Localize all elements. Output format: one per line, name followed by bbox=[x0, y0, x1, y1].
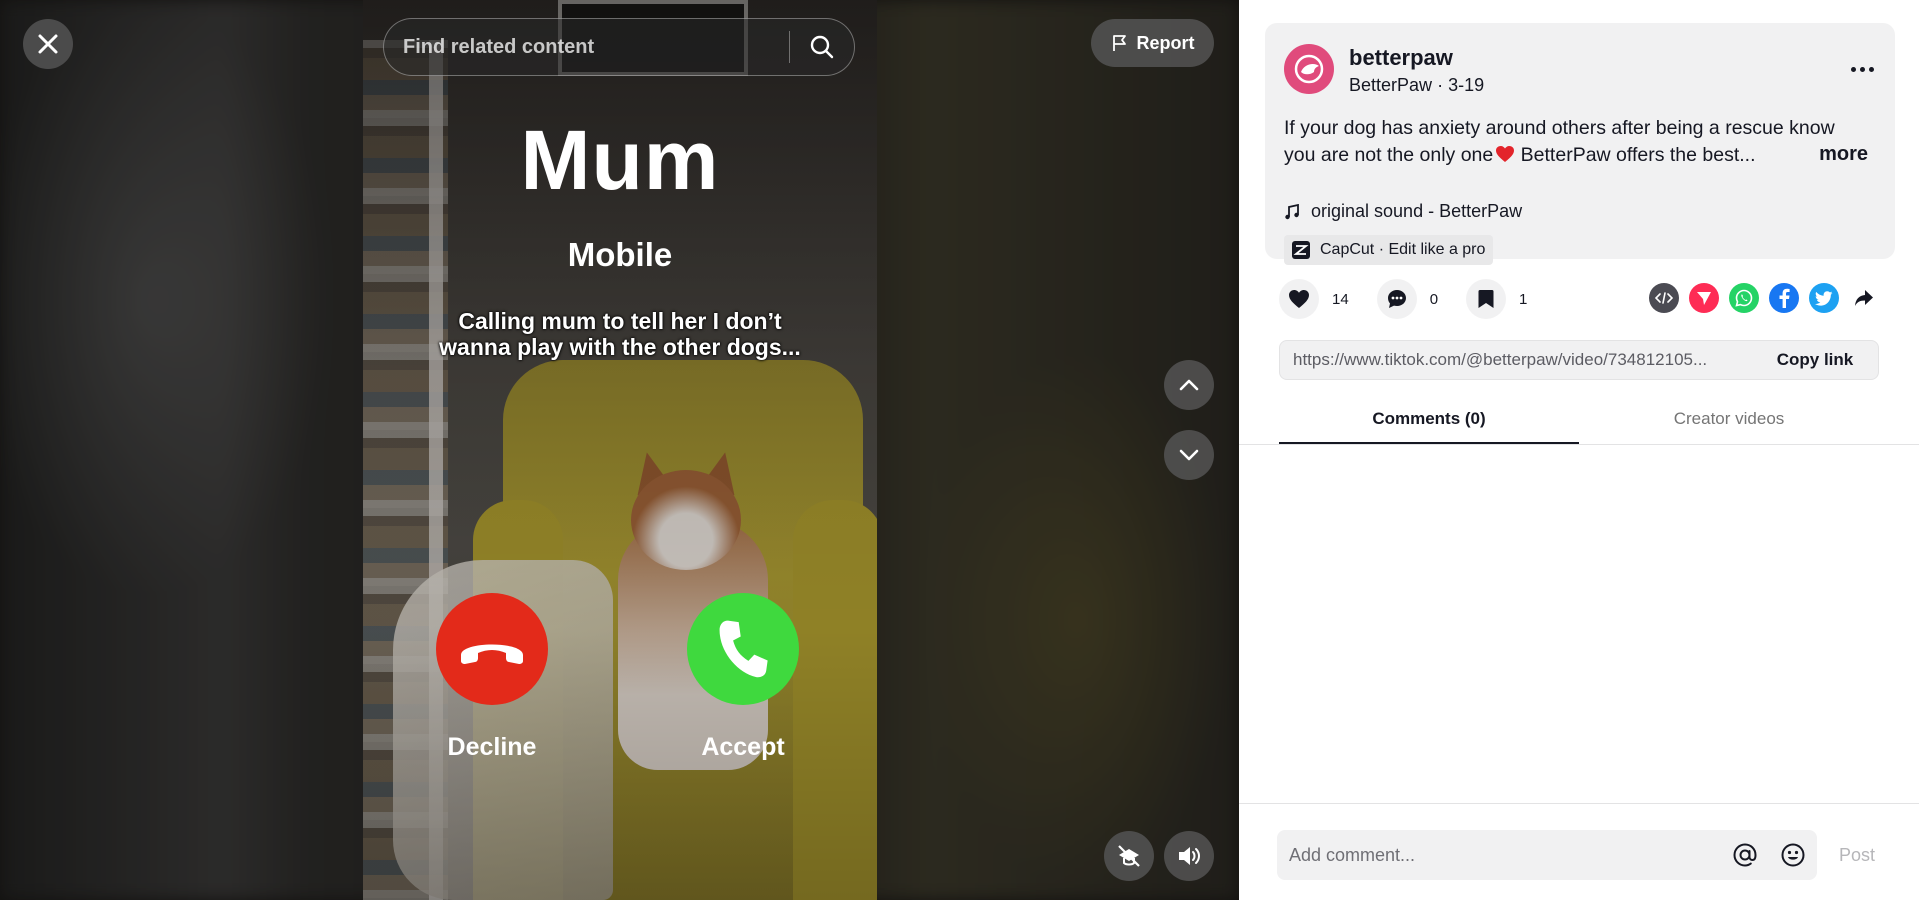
user-meta: BetterPaw · 3-19 bbox=[1349, 75, 1484, 96]
details-panel: betterpaw BetterPaw · 3-19 If your dog h… bbox=[1239, 0, 1919, 900]
description-line: If your dog has anxiety around others af… bbox=[1284, 117, 1835, 139]
comment-input[interactable] bbox=[1277, 830, 1721, 880]
whatsapp-share-button[interactable] bbox=[1729, 283, 1759, 313]
embed-icon bbox=[1655, 292, 1673, 304]
caller-name: Mum bbox=[520, 113, 720, 207]
volume-button[interactable] bbox=[1164, 831, 1214, 881]
caller-subtitle: Mobile bbox=[567, 236, 673, 273]
floating-player-button[interactable] bbox=[1104, 831, 1154, 881]
more-dot bbox=[1868, 66, 1874, 72]
twitter-share-button[interactable] bbox=[1809, 283, 1839, 313]
more-share-button[interactable] bbox=[1849, 283, 1879, 313]
save-button[interactable]: 1 bbox=[1466, 279, 1527, 319]
floating-player-icon bbox=[1118, 845, 1140, 867]
panel-tabs: Comments (0) Creator videos bbox=[1239, 400, 1919, 445]
video-frame[interactable]: Mum Mobile Calling mum to tell her I don… bbox=[363, 0, 877, 900]
emoji-icon bbox=[1781, 843, 1805, 867]
comment-count: 0 bbox=[1429, 290, 1439, 308]
facebook-share-button[interactable] bbox=[1769, 283, 1799, 313]
post-comment-button[interactable]: Post bbox=[1839, 845, 1875, 866]
like-icon-wrap bbox=[1279, 279, 1319, 319]
comment-icon bbox=[1387, 290, 1406, 308]
more-link[interactable]: more bbox=[1819, 143, 1868, 166]
report-button[interactable]: Report bbox=[1091, 19, 1214, 67]
share-link-box: https://www.tiktok.com/@betterpaw/video/… bbox=[1279, 340, 1879, 380]
more-dot bbox=[1859, 66, 1865, 72]
sound-name: original sound - BetterPaw bbox=[1311, 201, 1523, 221]
avatar[interactable] bbox=[1284, 44, 1334, 94]
meta-separator: · bbox=[1437, 75, 1449, 95]
save-count: 1 bbox=[1519, 290, 1528, 308]
post-info-card: betterpaw BetterPaw · 3-19 If your dog h… bbox=[1265, 23, 1895, 265]
report-label: Report bbox=[1136, 32, 1195, 53]
facebook-icon bbox=[1779, 288, 1790, 308]
more-options-button[interactable] bbox=[1847, 59, 1877, 79]
send-icon bbox=[1697, 292, 1711, 305]
phone-hangup-icon bbox=[461, 644, 523, 664]
send-to-friends-button[interactable] bbox=[1689, 283, 1719, 313]
emoji-button[interactable] bbox=[1769, 831, 1817, 879]
video-caption: Calling mum to tell her I don’t wanna pl… bbox=[423, 308, 817, 360]
search-input[interactable] bbox=[384, 19, 789, 75]
share-row bbox=[1649, 283, 1879, 313]
whatsapp-icon bbox=[1735, 289, 1753, 307]
comment-bar: Post bbox=[1239, 803, 1919, 900]
heart-icon bbox=[1289, 290, 1309, 308]
decline-label: Decline bbox=[447, 733, 537, 761]
video-caption-line: Calling mum to tell her I don’t bbox=[458, 308, 782, 334]
capcut-label: CapCut · Edit like a pro bbox=[1320, 241, 1486, 258]
tab-creator-videos[interactable]: Creator videos bbox=[1579, 400, 1879, 444]
close-button[interactable] bbox=[23, 19, 73, 69]
description-line: you are not the only one BetterPaw offer… bbox=[1284, 142, 1844, 169]
chevron-down-icon bbox=[1179, 449, 1199, 461]
mention-button[interactable] bbox=[1721, 831, 1769, 879]
more-dot bbox=[1850, 66, 1856, 72]
accept-call-graphic bbox=[687, 593, 799, 705]
save-icon-wrap bbox=[1466, 279, 1507, 319]
capcut-icon bbox=[1292, 241, 1310, 259]
like-count: 14 bbox=[1332, 290, 1349, 308]
phone-icon bbox=[719, 620, 768, 678]
betterpaw-logo-icon bbox=[1294, 54, 1324, 84]
flag-icon bbox=[1112, 35, 1126, 51]
comment-box bbox=[1277, 830, 1817, 880]
heart-emoji-icon bbox=[1496, 146, 1515, 162]
bookmark-icon bbox=[1478, 290, 1494, 308]
post-description: If your dog has anxiety around others af… bbox=[1284, 115, 1844, 169]
search-icon bbox=[810, 35, 834, 59]
video-player-area[interactable]: Mum Mobile Calling mum to tell her I don… bbox=[0, 0, 1239, 900]
share-link-url[interactable]: https://www.tiktok.com/@betterpaw/video/… bbox=[1280, 350, 1752, 370]
twitter-icon bbox=[1815, 290, 1833, 306]
at-icon bbox=[1733, 843, 1757, 867]
music-note-icon bbox=[1285, 203, 1299, 219]
description-text: you are not the only one bbox=[1284, 144, 1494, 166]
username[interactable]: betterpaw bbox=[1349, 45, 1453, 71]
sound-link[interactable]: original sound - BetterPaw bbox=[1284, 201, 1522, 222]
decline-call-graphic bbox=[436, 593, 548, 705]
volume-icon bbox=[1179, 847, 1200, 865]
capcut-chip[interactable]: CapCut · Edit like a pro bbox=[1284, 235, 1494, 265]
comment-button[interactable]: 0 bbox=[1376, 279, 1439, 319]
video-caption-line: wanna play with the other dogs... bbox=[439, 334, 801, 360]
tab-comments[interactable]: Comments (0) bbox=[1279, 400, 1579, 444]
chevron-up-icon bbox=[1179, 379, 1199, 391]
copy-link-button[interactable]: Copy link bbox=[1752, 350, 1878, 370]
close-icon bbox=[38, 34, 58, 54]
embed-button[interactable] bbox=[1649, 283, 1679, 313]
previous-video-button[interactable] bbox=[1164, 360, 1214, 410]
post-date: 3-19 bbox=[1448, 75, 1485, 95]
like-button[interactable]: 14 bbox=[1279, 279, 1349, 319]
search-button[interactable] bbox=[790, 19, 854, 75]
next-video-button[interactable] bbox=[1164, 430, 1214, 480]
share-arrow-icon bbox=[1855, 290, 1873, 306]
comment-icon-wrap bbox=[1376, 279, 1417, 319]
display-name: BetterPaw bbox=[1349, 75, 1433, 95]
search-bar bbox=[383, 18, 855, 76]
description-text: BetterPaw offers the best... bbox=[1515, 144, 1756, 166]
accept-label: Accept bbox=[701, 733, 785, 761]
engagement-row: 14 0 1 bbox=[1279, 279, 1555, 319]
